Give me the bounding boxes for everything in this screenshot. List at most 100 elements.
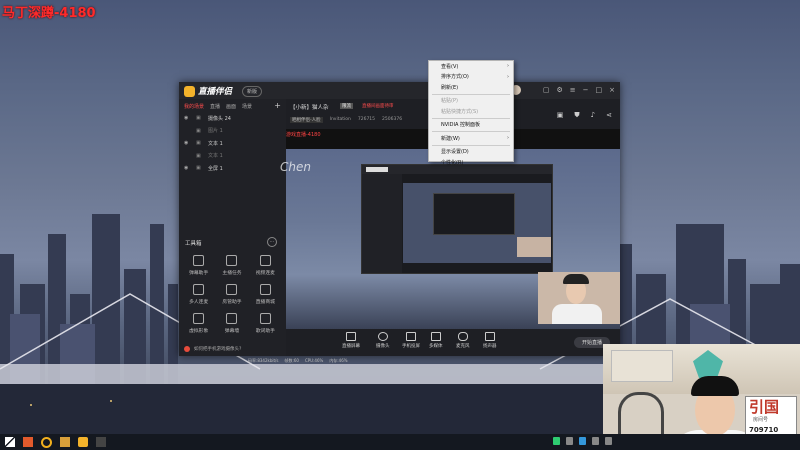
status-memory: 内存:46% [329, 358, 348, 363]
danmu-icon [193, 255, 205, 266]
app-name: 直播伴侣 [198, 87, 233, 97]
menu-icon[interactable]: ≡ [570, 86, 576, 94]
context-menu-item[interactable]: 显示设置(D) [429, 147, 513, 158]
context-menu-item[interactable]: 个性化(R) [429, 157, 513, 168]
tool-item[interactable]: 弹幕助手 [182, 255, 215, 276]
eye-icon[interactable]: ◉ [184, 115, 191, 121]
live-app-icon[interactable] [78, 437, 88, 447]
windows-start-icon[interactable] [5, 437, 15, 447]
control-media[interactable]: 多媒体 [429, 332, 443, 349]
tool-item[interactable]: 弹幕墙 [215, 313, 248, 334]
network-icon[interactable] [592, 437, 599, 445]
context-menu-item[interactable]: 刷新(E) [429, 82, 513, 93]
video-call-icon [259, 255, 271, 266]
lock-icon[interactable]: ▣ [196, 128, 203, 134]
tab-my-scenes[interactable]: 我的场景 [184, 103, 204, 110]
header-actions: ▣ ⛊ ♪ ⋖ [557, 111, 612, 120]
context-menu-item[interactable]: 排序方式(O) › [429, 72, 513, 83]
help-link[interactable]: 如何把手机游戏摄像头? [184, 346, 241, 352]
desktop-context-menu: 查看(V) › 排序方式(O) › 刷新(E) 粘贴(P) 粘贴快捷方式(S) NVIDIA … [428, 60, 514, 166]
room-title[interactable]: 【小新】猫人杂 [290, 103, 329, 111]
settings-icon[interactable]: ⚙ [556, 86, 562, 94]
close-icon[interactable]: × [609, 86, 615, 94]
tab-scene[interactable]: 场景 [242, 103, 252, 110]
menu-item-label: NVIDIA 控制面板 [441, 122, 480, 129]
tool-item[interactable]: 房管助手 [215, 284, 248, 305]
menu-item-label: 查看(V) [441, 63, 459, 70]
title-bar[interactable]: 直播伴侣 新版 ▢ ⚙ ≡ − □ × [179, 82, 620, 99]
app-icon[interactable] [96, 437, 106, 447]
tool-item[interactable]: 多人连麦 [182, 284, 215, 305]
source-item[interactable]: ▣ 图片 1 [179, 125, 286, 138]
add-scene-icon[interactable]: + [274, 102, 281, 110]
eye-icon[interactable]: ◉ [184, 140, 191, 146]
live-streaming-app-window[interactable]: 直播伴侣 新版 ▢ ⚙ ≡ − □ × 我的场景 直播 画面 场景 + ◉ ▣ … [179, 82, 620, 356]
sidebar-tabs: 我的场景 直播 画面 场景 + [179, 99, 286, 112]
lock-icon[interactable]: ▣ [196, 153, 203, 159]
source-item[interactable]: ▣ 文本 1 [179, 150, 286, 163]
lock-icon[interactable]: ▣ [196, 115, 203, 121]
tool-label: 房管助手 [222, 300, 242, 305]
admin-icon [226, 284, 238, 295]
source-item[interactable]: ◉ ▣ 摄像头 24 [179, 112, 286, 125]
tray-icon[interactable] [566, 437, 573, 445]
control-phone[interactable]: 手机投屏 [402, 332, 420, 349]
source-item[interactable]: ◉ ▣ 文本 1 [179, 137, 286, 150]
nested-canvas [403, 183, 551, 263]
card-label: 房间号 [753, 417, 769, 423]
tab-live[interactable]: 直播 [210, 103, 220, 110]
room-meta-item: Invitation [329, 117, 351, 122]
context-menu-item[interactable]: NVIDIA 控制面板 [429, 120, 513, 131]
context-menu-item[interactable]: 查看(V) › [429, 61, 513, 72]
person-body [552, 304, 602, 324]
control-mic[interactable]: 麦克风 [456, 332, 470, 349]
tray-icon[interactable] [579, 437, 586, 445]
tab-screen[interactable]: 画面 [226, 103, 236, 110]
tray-icon[interactable] [553, 437, 560, 445]
status-cpu: CPU:46% [304, 358, 324, 363]
maximize-icon[interactable]: □ [596, 86, 603, 94]
multi-call-icon [193, 284, 205, 295]
nested-logo [366, 167, 388, 172]
control-label: 直播屏幕 [342, 344, 360, 349]
media-icon [430, 332, 441, 341]
gift-icon[interactable]: ▣ [557, 111, 564, 120]
tool-item[interactable]: 虚拟形象 [182, 313, 215, 334]
folder-icon[interactable] [60, 437, 70, 447]
chat-icon[interactable]: ▢ [543, 86, 550, 94]
control-screen[interactable]: 直播屏幕 [342, 332, 360, 349]
tool-item[interactable]: 直播商城 [249, 284, 282, 305]
lock-icon[interactable]: ▣ [196, 165, 203, 171]
control-camera[interactable]: 摄像头 [376, 332, 390, 349]
tool-label: 歌词助手 [255, 329, 275, 334]
volume-icon[interactable] [605, 437, 612, 445]
control-label: 手机投屏 [402, 344, 420, 349]
nested-sidebar [362, 174, 402, 273]
version-badge[interactable]: 新版 [242, 86, 263, 97]
share-icon[interactable]: ⋖ [606, 111, 612, 120]
context-menu-item[interactable]: 新建(W) › [429, 133, 513, 144]
tool-item[interactable]: 歌词助手 [249, 313, 282, 334]
source-label: 摄像头 24 [208, 115, 231, 122]
recursive-preview [361, 164, 553, 274]
taskbar [0, 434, 800, 450]
screen-icon [346, 332, 356, 341]
tool-item[interactable]: 主播任务 [215, 255, 248, 276]
room-meta-item: 2506376 [382, 117, 403, 122]
source-item[interactable]: ◉ ▣ 全屏 1 [179, 162, 286, 175]
control-speaker[interactable]: 扬声器 [483, 332, 497, 349]
lock-icon[interactable]: ▣ [196, 140, 203, 146]
more-icon[interactable]: ⋯ [267, 237, 277, 247]
source-label: 全屏 1 [208, 165, 223, 172]
minimize-icon[interactable]: − [583, 86, 589, 94]
signature-overlay: Chen [280, 160, 311, 174]
eye-icon[interactable]: ◉ [184, 165, 191, 171]
app-icon[interactable] [23, 437, 33, 447]
tool-item[interactable]: 视频连麦 [249, 255, 282, 276]
room-category[interactable]: 晒相伴侣-人脸 [290, 117, 323, 123]
bell-icon[interactable]: ♪ [591, 111, 595, 120]
tool-label: 视频连麦 [255, 271, 275, 276]
menu-item-label: 排序方式(O) [441, 74, 469, 81]
browser-icon[interactable] [41, 437, 52, 448]
shirt-icon[interactable]: ⛊ [574, 111, 579, 120]
